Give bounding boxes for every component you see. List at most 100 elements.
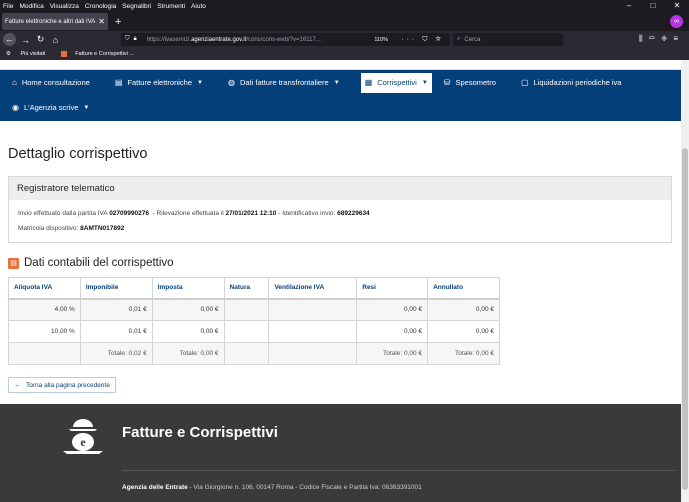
reload-icon[interactable]: ↻ (33, 34, 48, 45)
nav-agenzia-scrive[interactable]: ◉ L'Agenzia scrive ▼ (8, 98, 93, 118)
table-cell (223, 298, 270, 321)
table-cell: 0,01 € (79, 320, 153, 343)
agenzia-logo: e (63, 419, 103, 454)
menu-visualizza[interactable]: Visualizza (50, 3, 79, 10)
table-row: 10.00 % 0,01 € 0,00 € 0,00 € 0,00 € (8, 320, 500, 343)
window-controls: – □ ✕ (617, 0, 689, 12)
nav-agenzia-label: L'Agenzia scrive (23, 103, 79, 112)
col-ventilazione[interactable]: Ventilazione IVA (268, 277, 358, 300)
back-button-label: Torna alla pagina precedente (26, 381, 110, 389)
svg-text:e: e (80, 435, 86, 449)
chevron-down-icon: ▼ (83, 104, 90, 111)
home-icon: ⌂ (12, 78, 17, 87)
menu-bar: File Modifica Visualizza Cronologia Segn… (0, 0, 689, 12)
back-button[interactable]: ← Torna alla pagina precedente (8, 377, 116, 393)
home-icon[interactable]: ⌂ (48, 35, 63, 45)
page-title: Dettaglio corrispettivo (8, 146, 148, 162)
nav-home-label: Home consultazione (21, 78, 90, 87)
matricola-line: Matricola dispositivo: 8AMTN017892 (18, 225, 125, 232)
extension-icon[interactable]: ∞ (670, 15, 683, 28)
menu-file[interactable]: File (3, 3, 13, 10)
minimize-icon[interactable]: – (617, 0, 641, 12)
toolbar-icons[interactable]: ⫼▭◈≡ (639, 34, 684, 44)
col-natura[interactable]: Natura (223, 277, 270, 300)
nav-transfrontaliere-label: Dati fatture transfrontaliere (239, 78, 329, 87)
chevron-down-icon: ▼ (421, 79, 428, 86)
search-input[interactable]: ⌕ Cerca (453, 33, 563, 46)
nav-corrispettivi[interactable]: ▦ Corrispettivi ▼ (360, 72, 432, 93)
table-cell (223, 320, 270, 343)
table-cell (223, 342, 270, 365)
new-tab-icon[interactable]: + (115, 16, 121, 28)
nav-home[interactable]: ⌂ Home consultazione (8, 73, 94, 93)
bookmark-most-visited[interactable]: ⚙ Più visitati (6, 51, 53, 57)
table-row: 4.00 % 0,01 € 0,00 € 0,00 € 0,00 € (8, 298, 500, 321)
footer-divider (122, 470, 675, 471)
document-icon: ▢ (520, 78, 529, 87)
menu-aiuto[interactable]: Aiuto (191, 3, 206, 10)
menu-cronologia[interactable]: Cronologia (85, 3, 116, 10)
table-cell: 0,00 € (151, 298, 225, 321)
partita-iva: 02709990276 (109, 210, 149, 217)
maximize-icon[interactable]: □ (641, 0, 665, 12)
calculator-icon: ▦ (364, 78, 373, 87)
table-cell: 0,01 € (79, 298, 153, 321)
url-domain: agenziaentrate.gov.it (191, 36, 247, 43)
table-cell: 4.00 % (8, 298, 81, 321)
table-cell: 0,00 € (427, 320, 500, 343)
col-aliquota[interactable]: Aliquota IVA (8, 277, 81, 300)
total-resi: Totale: 0,00 € (356, 342, 429, 365)
forward-icon[interactable]: → (18, 35, 33, 45)
scrollbar-thumb[interactable] (682, 148, 688, 490)
card-body: Invio effettuato dalla partita IVA 02709… (9, 200, 671, 242)
menu-modifica[interactable]: Modifica (19, 3, 43, 10)
arrow-left-icon: ← (14, 381, 21, 389)
shield-icon[interactable]: ⛉ (125, 36, 130, 43)
bookmark-favicon-icon (61, 50, 68, 57)
menu-segnalibri[interactable]: Segnalibri (122, 3, 151, 10)
nav-liquidazioni-label: Liquidazioni periodiche iva (533, 78, 622, 87)
col-resi[interactable]: Resi (356, 277, 429, 300)
tab-title: Fatture elettroniche e altri dati IVA (5, 18, 96, 25)
lock-icon[interactable]: 🔒︎ (134, 36, 137, 43)
total-annullato: Totale: 0,00 € (427, 342, 500, 365)
nav-fatture-elettroniche[interactable]: ▤ Fatture elettroniche ▼ (111, 73, 207, 93)
footer: e Fatture e Corrispettivi Agenzia delle … (0, 404, 681, 502)
table-cell: 10.00 % (8, 320, 81, 343)
table-cell (268, 320, 358, 343)
table-cell (8, 342, 81, 365)
card-title: Registratore telematico (9, 177, 671, 200)
table-total-row: Totale: 0,02 € Totale: 0,00 € Totale: 0,… (8, 342, 500, 365)
footer-address: Agenzia delle Entrate - Via Giorgione n.… (122, 484, 422, 491)
rilevazione-date: 27/01/2021 12:10 (225, 210, 277, 217)
col-annullato[interactable]: Annullato (427, 277, 500, 300)
section-title-label: Dati contabili del corrispettivo (24, 257, 174, 269)
url-bar[interactable]: ⛉ 🔒︎ https://ivaservizi. agenziaentrate.g… (121, 33, 450, 46)
total-imposta: Totale: 0,00 € (151, 342, 225, 365)
nav-spesometro-label: Spesometro (455, 78, 496, 87)
table-cell (268, 342, 358, 365)
browser-tab[interactable]: Fatture elettroniche e altri dati IVA ✕ (2, 13, 108, 30)
tab-close-icon[interactable]: ✕ (98, 17, 105, 26)
close-window-icon[interactable]: ✕ (665, 0, 689, 12)
nav-row-1: ⌂ Home consultazione ▤ Fatture elettroni… (8, 70, 681, 95)
nav-spesometro[interactable]: ⛁ Spesometro (440, 73, 500, 93)
nav-liquidazioni[interactable]: ▢ Liquidazioni periodiche iva (517, 73, 626, 93)
accounting-icon: ▤ (8, 257, 19, 269)
nav-corrispettivi-label: Corrispettivi (377, 78, 417, 87)
page-scrollbar[interactable] (681, 60, 689, 502)
bookmark-fatture[interactable]: Fatture e Corrispettivi ... (61, 50, 142, 57)
col-imponibile[interactable]: Imponibile (79, 277, 153, 300)
zoom-level[interactable]: 110% (374, 37, 388, 43)
nav-dati-fatture-transfrontaliere[interactable]: ◍ Dati fatture transfrontaliere ▼ (224, 73, 344, 93)
back-icon[interactable]: ← (3, 33, 16, 46)
page-viewport: ⌂ Home consultazione ▤ Fatture elettroni… (0, 60, 681, 502)
col-imposta[interactable]: Imposta (151, 277, 225, 300)
page-actions-icon[interactable]: ··· ⛉ ☆ (401, 36, 444, 44)
chevron-down-icon: ▼ (197, 79, 203, 86)
main-content: Dettaglio corrispettivo Registratore tel… (0, 146, 681, 393)
menu-strumenti[interactable]: Strumenti (157, 3, 185, 10)
globe-icon: ◍ (227, 78, 235, 87)
table-cell (268, 298, 358, 321)
corrispettivo-table: Aliquota IVA Imponibile Imposta Natura V… (8, 277, 500, 365)
